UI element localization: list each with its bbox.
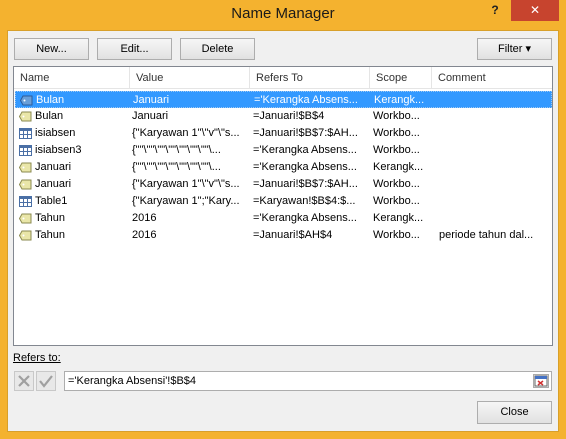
cell-scope: Kerangk...: [373, 212, 424, 224]
cell-scope: Workbo...: [373, 144, 420, 156]
cell-comment: [439, 125, 551, 142]
names-list[interactable]: Name Value Refers To Scope Comment Bulan…: [13, 66, 553, 346]
cell-value: {""\""\""\""\""\""\""\...: [132, 161, 221, 173]
cell-comment: [439, 210, 551, 227]
cell-refers-to: ='Kerangka Absens...: [253, 144, 357, 156]
name-manager-window: Name Manager ? ✕ New... Edit... Delete F…: [0, 0, 566, 439]
title-bar[interactable]: Name Manager ? ✕: [0, 0, 566, 30]
named-range-icon: [18, 230, 32, 241]
cell-value: {"Karyawan 1";"Kary...: [132, 195, 240, 207]
cell-refers-to: =Januari!$B$4: [253, 110, 325, 122]
table-icon: [19, 196, 32, 207]
named-range-icon: [18, 213, 32, 224]
cell-value: 2016: [132, 212, 157, 224]
cell-value: Januari: [132, 110, 169, 122]
cell-name: isiabsen3: [35, 144, 82, 156]
cell-name: Bulan: [35, 110, 64, 122]
cell-refers-to: =Januari!$AH$4: [253, 229, 333, 241]
cell-comment: [439, 193, 551, 210]
table-row[interactable]: isiabsen {"Karyawan 1"\"v"\"s... =Januari!…: [15, 125, 552, 142]
table-row[interactable]: Januari {""\""\""\""\""\""\""\... ='Kerang…: [15, 159, 552, 176]
delete-button[interactable]: Delete: [180, 38, 255, 60]
table-row[interactable]: Table1 {"Karyawan 1";"Kary... =Karyawan!$B…: [15, 193, 552, 210]
cell-comment: periode tahun dal...: [439, 229, 534, 241]
dialog-body: New... Edit... Delete Filter ▾ Name Valu…: [7, 30, 559, 432]
cell-scope: Workbo...: [373, 195, 420, 207]
column-header-refers-to[interactable]: Refers To: [250, 67, 370, 89]
cell-refers-to: =Karyawan!$B$4:$...: [253, 195, 356, 207]
table-row[interactable]: Bulan Januari =Januari!$B$4 Workbo...: [15, 108, 552, 125]
cell-comment: [439, 176, 551, 193]
column-header-value[interactable]: Value: [130, 67, 250, 89]
table-icon: [19, 128, 32, 139]
cancel-edit-icon[interactable]: [14, 371, 34, 391]
column-header-name[interactable]: Name: [14, 67, 130, 89]
refers-to-value: ='Kerangka Absensi'!$B$4: [68, 375, 197, 387]
table-row[interactable]: Tahun 2016 ='Kerangka Absens... Kerangk...: [15, 210, 552, 227]
refers-to-label: Refers to:: [13, 352, 61, 364]
filter-button[interactable]: Filter ▾: [477, 38, 552, 60]
edit-button[interactable]: Edit...: [97, 38, 172, 60]
list-header: Name Value Refers To Scope Comment: [14, 67, 552, 89]
cell-scope: Workbo...: [373, 178, 420, 190]
named-range-icon: [19, 95, 33, 106]
cell-scope: Workbo...: [373, 127, 420, 139]
cell-comment: [439, 159, 551, 176]
cell-value: Januari: [133, 94, 170, 106]
cell-name: isiabsen: [35, 127, 76, 139]
table-row[interactable]: Januari {"Karyawan 1"\"v"\"s... =Januari!$…: [15, 176, 552, 193]
cell-refers-to: ='Kerangka Absens...: [253, 161, 357, 173]
refers-to-label-text: Refers to:: [13, 352, 61, 364]
window-close-button[interactable]: ✕: [511, 0, 559, 21]
window-title: Name Manager: [231, 5, 335, 22]
cell-value: {"Karyawan 1"\"v"\"s...: [132, 178, 240, 190]
named-range-icon: [18, 179, 32, 190]
cell-refers-to: =Januari!$B$7:$AH...: [253, 178, 358, 190]
close-button[interactable]: Close: [477, 401, 552, 424]
confirm-edit-icon[interactable]: [36, 371, 56, 391]
table-row[interactable]: Bulan Januari ='Kerangka Absens... Kerangk.…: [15, 91, 552, 108]
cell-value: {""\""\""\""\""\""\""\...: [132, 144, 221, 156]
range-select-icon[interactable]: [533, 374, 549, 388]
cell-scope: Kerangk...: [373, 161, 424, 173]
cell-scope: Kerangk...: [374, 94, 425, 106]
table-row[interactable]: Tahun 2016 =Januari!$AH$4 Workbo... periode …: [15, 227, 552, 244]
cell-name: Januari: [35, 161, 72, 173]
column-header-comment[interactable]: Comment: [432, 67, 552, 89]
cell-name: Tahun: [35, 229, 65, 241]
cell-comment: [439, 108, 551, 125]
cell-scope: Workbo...: [373, 229, 420, 241]
cell-name: Bulan: [36, 94, 65, 106]
table-row[interactable]: isiabsen3 {""\""\""\""\""\""\""\... ='Kera…: [15, 142, 552, 159]
table-icon: [19, 145, 32, 156]
cell-value: {"Karyawan 1"\"v"\"s...: [132, 127, 240, 139]
named-range-icon: [18, 162, 32, 173]
cell-value: 2016: [132, 229, 157, 241]
cell-scope: Workbo...: [373, 110, 420, 122]
cell-name: Januari: [35, 178, 72, 190]
help-button[interactable]: ?: [484, 2, 506, 18]
cell-comment: [439, 142, 551, 159]
cell-refers-to: =Januari!$B$7:$AH...: [253, 127, 358, 139]
new-button[interactable]: New...: [14, 38, 89, 60]
cell-refers-to: ='Kerangka Absens...: [253, 212, 357, 224]
cell-refers-to: ='Kerangka Absens...: [254, 94, 358, 106]
column-header-scope[interactable]: Scope: [370, 67, 432, 89]
cell-name: Table1: [35, 195, 68, 207]
refers-to-input[interactable]: ='Kerangka Absensi'!$B$4: [64, 371, 552, 391]
named-range-icon: [18, 111, 32, 122]
cell-name: Tahun: [35, 212, 65, 224]
cell-comment: [440, 92, 552, 109]
